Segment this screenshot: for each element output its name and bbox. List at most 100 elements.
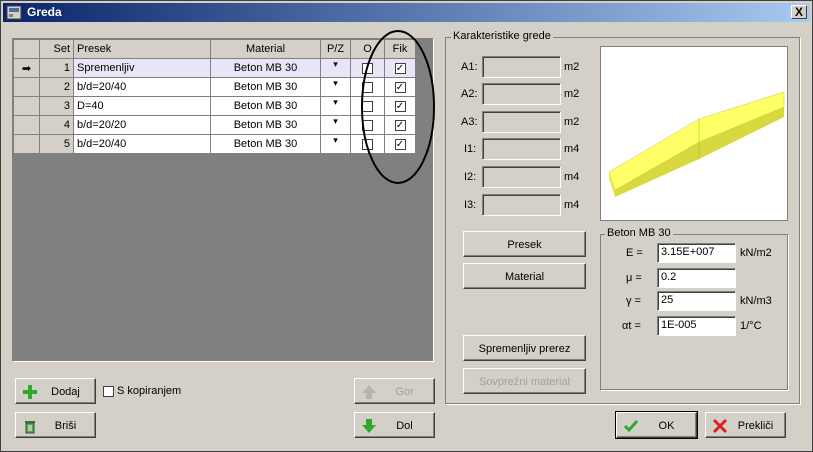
material-label: Material	[504, 271, 545, 283]
karakteristike-title: Karakteristike grede	[451, 30, 553, 42]
col-header-set[interactable]: Set	[39, 39, 74, 59]
sets-grid[interactable]: Set Presek Material P/Z O Fik ➡ 1 Spreme…	[12, 30, 435, 362]
a3-unit: m2	[564, 116, 580, 128]
col-header-pz[interactable]: P/Z	[320, 39, 351, 59]
check-icon	[623, 420, 639, 433]
cell-set: 4	[39, 115, 74, 135]
table-row[interactable]: 4 b/d=20/20 Beton MB 30 ▾ ✓	[13, 115, 416, 135]
cell-material[interactable]: Beton MB 30	[210, 96, 321, 116]
window-title: Greda	[27, 5, 62, 19]
gamma-label: γ =	[626, 295, 641, 307]
brisi-label: Briši	[54, 420, 77, 432]
sovprezni-material-label: Sovprežni material	[478, 376, 571, 388]
row-header-corner	[13, 39, 40, 59]
app-icon	[6, 5, 22, 20]
arrow-up-icon	[362, 385, 376, 399]
a3-field	[482, 111, 561, 133]
gor-button[interactable]: Gor	[354, 378, 435, 404]
pz-dropdown-icon[interactable]: ▾	[320, 77, 351, 97]
cell-presek[interactable]: b/d=20/20	[73, 115, 211, 135]
cell-material[interactable]: Beton MB 30	[210, 58, 321, 78]
beam-preview	[600, 46, 788, 221]
a2-unit: m2	[564, 88, 580, 100]
alpha-input[interactable]: 1E-005	[657, 316, 736, 336]
cell-presek[interactable]: Spremenljiv	[73, 58, 211, 78]
i2-label: I2:	[464, 171, 477, 183]
cell-set: 1	[39, 58, 74, 78]
dol-button[interactable]: Dol	[354, 412, 435, 438]
cell-material[interactable]: Beton MB 30	[210, 134, 321, 154]
presek-button[interactable]: Presek	[463, 231, 586, 257]
material-props-title: Beton MB 30	[605, 227, 673, 239]
a1-field	[482, 56, 561, 78]
e-unit: kN/m2	[740, 247, 772, 259]
spremenljiv-prerez-button[interactable]: Spremenljiv prerez	[463, 335, 586, 361]
i1-label: I1:	[464, 143, 477, 155]
a3-label: A3:	[461, 116, 478, 128]
i2-field	[482, 166, 561, 188]
close-icon: X	[794, 5, 803, 19]
pz-dropdown-icon[interactable]: ▾	[320, 115, 351, 135]
cell-presek[interactable]: D=40	[73, 96, 211, 116]
mu-label: μ =	[626, 272, 642, 284]
beam-3d-image	[608, 91, 785, 197]
col-header-presek[interactable]: Presek	[73, 39, 211, 59]
brisi-button[interactable]: Briši	[15, 412, 96, 438]
kopiranjem-checkbox[interactable]	[103, 385, 114, 397]
table-row[interactable]: 3 D=40 Beton MB 30 ▾ ✓	[13, 96, 416, 116]
alpha-unit: 1/°C	[740, 320, 762, 332]
gor-label: Gor	[395, 386, 414, 398]
cell-material[interactable]: Beton MB 30	[210, 77, 321, 97]
i3-label: I3:	[464, 199, 477, 211]
row-header[interactable]	[13, 134, 40, 154]
sovprezni-material-button[interactable]: Sovprežni material	[463, 368, 586, 394]
selected-row-arrow-icon: ➡	[13, 58, 40, 78]
a2-label: A2:	[461, 88, 478, 100]
dodaj-button[interactable]: Dodaj	[15, 378, 96, 404]
close-button[interactable]: X	[791, 5, 807, 19]
row-header[interactable]	[13, 96, 40, 116]
kopiranjem-label: S kopiranjem	[117, 385, 182, 397]
pz-dropdown-icon[interactable]: ▾	[320, 58, 351, 78]
cell-set: 5	[39, 134, 74, 154]
table-row[interactable]: ➡ 1 Spremenljiv Beton MB 30 ▾ ✓	[13, 58, 416, 78]
x-icon	[712, 418, 728, 434]
preklici-label: Prekliči	[737, 420, 774, 432]
cell-material[interactable]: Beton MB 30	[210, 115, 321, 135]
plus-icon	[23, 385, 37, 399]
title-bar[interactable]: Greda X	[3, 3, 810, 22]
e-label: E =	[626, 247, 643, 259]
preklici-button[interactable]: Prekliči	[705, 412, 786, 438]
i3-field	[482, 194, 561, 216]
arrow-down-icon	[362, 419, 376, 433]
ok-label: OK	[658, 420, 675, 432]
i3-unit: m4	[564, 199, 580, 211]
kopiranjem-checkbox-row[interactable]: S kopiranjem	[103, 385, 181, 397]
material-button[interactable]: Material	[463, 263, 586, 289]
i1-unit: m4	[564, 143, 580, 155]
a1-unit: m2	[564, 61, 580, 73]
cell-presek[interactable]: b/d=20/40	[73, 134, 211, 154]
i1-field	[482, 138, 561, 160]
gamma-input[interactable]: 25	[657, 291, 736, 311]
mu-input[interactable]: 0.2	[657, 268, 736, 288]
spremenljiv-prerez-label: Spremenljiv prerez	[478, 343, 571, 355]
pz-dropdown-icon[interactable]: ▾	[320, 96, 351, 116]
dodaj-label: Dodaj	[51, 386, 80, 398]
cell-set: 3	[39, 96, 74, 116]
e-input[interactable]: 3.15E+007	[657, 243, 736, 263]
table-header-row: Set Presek Material P/Z O Fik	[13, 39, 416, 59]
cell-set: 2	[39, 77, 74, 97]
pz-dropdown-icon[interactable]: ▾	[320, 134, 351, 154]
col-header-material[interactable]: Material	[210, 39, 321, 59]
trash-icon	[25, 421, 35, 434]
table-row[interactable]: 2 b/d=20/40 Beton MB 30 ▾ ✓	[13, 77, 416, 97]
table-row[interactable]: 5 b/d=20/40 Beton MB 30 ▾ ✓	[13, 134, 416, 154]
ok-button[interactable]: OK	[615, 411, 698, 439]
cell-presek[interactable]: b/d=20/40	[73, 77, 211, 97]
presek-label: Presek	[507, 239, 542, 251]
row-header[interactable]	[13, 77, 40, 97]
a2-field	[482, 83, 561, 105]
dialog-window: Greda X Set Presek Material P/Z O Fik ➡ …	[0, 0, 813, 452]
row-header[interactable]	[13, 115, 40, 135]
